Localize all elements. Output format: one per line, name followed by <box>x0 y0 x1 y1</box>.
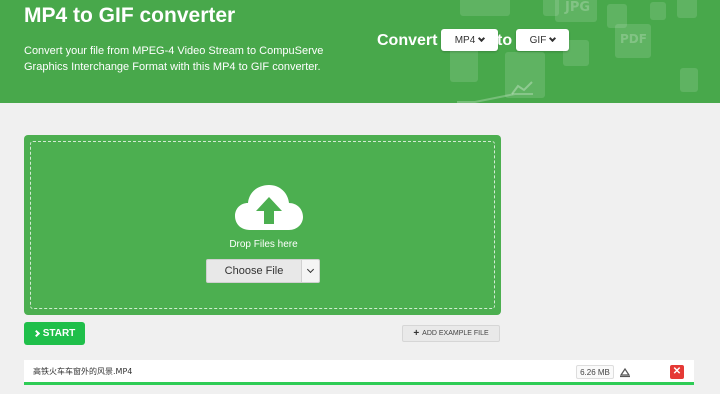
chevron-down-icon <box>478 34 486 43</box>
chevron-down-icon <box>306 265 315 274</box>
from-format-select[interactable]: MP4 <box>441 29 498 51</box>
settings-icon[interactable] <box>618 365 632 379</box>
dropzone-border: Drop Files here Choose File <box>30 141 495 309</box>
delete-file-button[interactable]: ✕ <box>670 365 684 379</box>
from-format-value: MP4 <box>454 34 476 46</box>
example-label: ADD EXAMPLE FILE <box>422 330 489 337</box>
chevron-down-icon <box>549 34 557 43</box>
choose-file-button[interactable]: Choose File <box>206 259 302 283</box>
pdf-label: PDF <box>620 32 647 46</box>
add-example-file-button[interactable]: + ADD EXAMPLE FILE <box>402 325 500 342</box>
start-button[interactable]: START <box>24 322 85 345</box>
file-list-item: 高铁火车车窗外的风景.MP4 6.26 MB ✕ <box>24 360 694 385</box>
start-label: START <box>42 328 76 339</box>
file-name: 高铁火车车窗外的风景.MP4 <box>33 367 133 376</box>
file-size-badge: 6.26 MB <box>576 365 614 379</box>
plus-icon: + <box>413 328 420 339</box>
jpg-label: JPG <box>565 0 591 15</box>
close-icon: ✕ <box>672 366 682 377</box>
page-title: MP4 to GIF converter <box>24 4 236 27</box>
chevron-right-icon <box>32 329 40 338</box>
to-label: to <box>497 32 513 49</box>
to-format-select[interactable]: GIF <box>516 29 569 51</box>
page-subtitle: Convert your file from MPEG-4 Video Stre… <box>24 45 324 73</box>
choose-file-dropdown[interactable] <box>302 259 320 283</box>
trend-icon <box>511 81 533 95</box>
file-dropzone[interactable]: Drop Files here Choose File <box>24 135 501 315</box>
cloud-upload-icon <box>235 185 303 230</box>
header: JPG PDF MP4 to GIF converter Convert you… <box>0 0 720 103</box>
drop-files-text: Drop Files here <box>229 239 298 250</box>
to-format-value: GIF <box>529 34 547 46</box>
convert-label: Convert <box>377 32 438 49</box>
background-file-icons: JPG PDF <box>450 0 720 103</box>
